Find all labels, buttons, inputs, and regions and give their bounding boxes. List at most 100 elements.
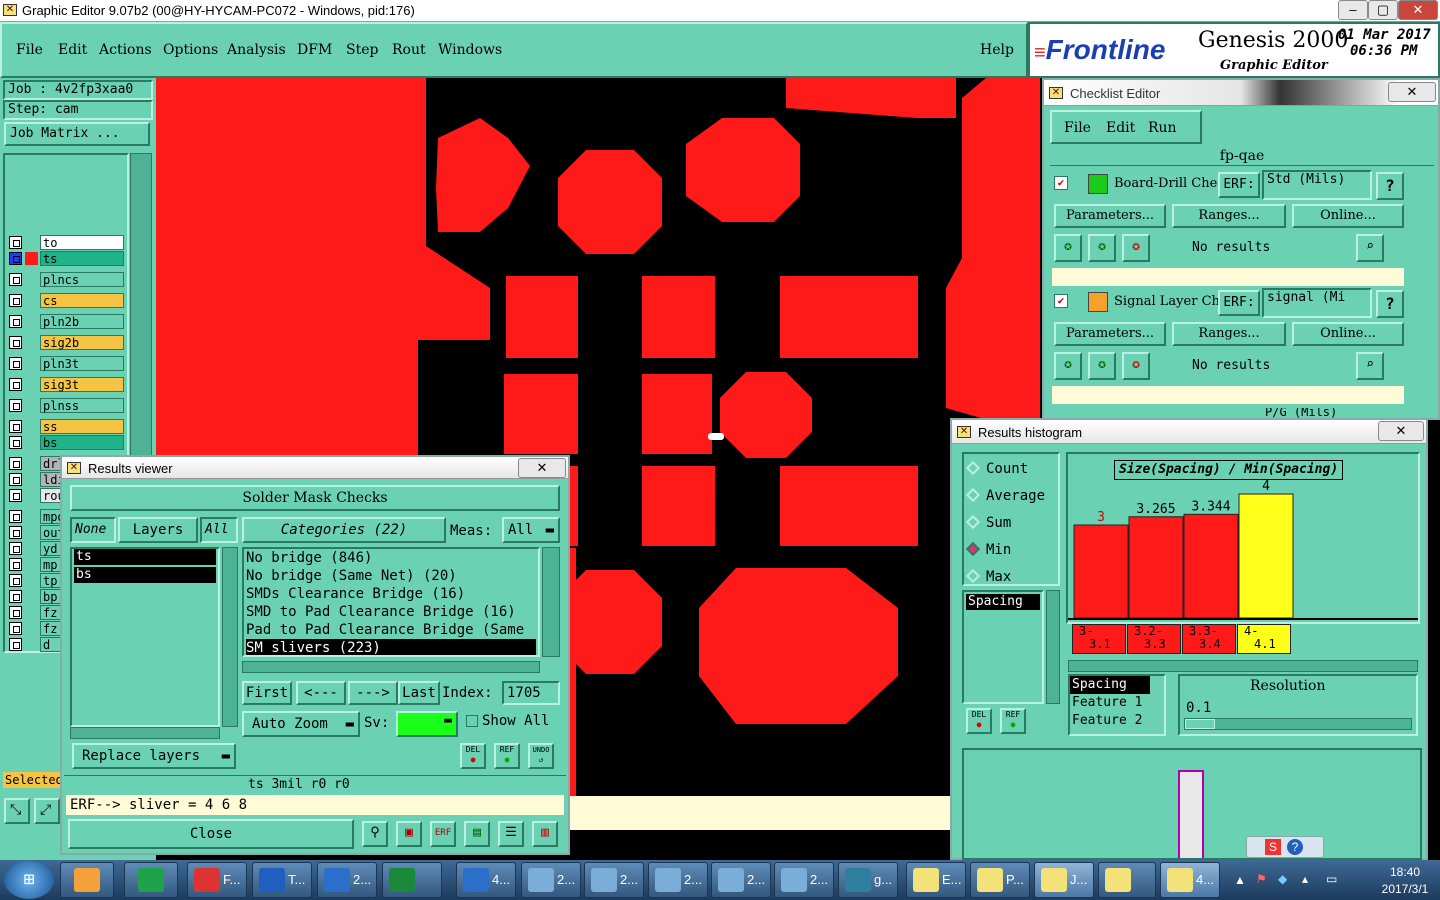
ime-toolbar[interactable]: S ?: [1246, 836, 1324, 858]
mode-radio-average[interactable]: Average: [965, 487, 1045, 505]
layer-row-pln3t[interactable]: pln3t: [6, 356, 124, 371]
histogram-list-spacing[interactable]: Spacing: [966, 594, 1040, 610]
layer-checkbox[interactable]: [9, 357, 22, 370]
parameters-button[interactable]: Parameters...: [1054, 322, 1166, 346]
layer-checkbox[interactable]: [9, 526, 22, 539]
menu-actions[interactable]: Actions: [99, 42, 152, 58]
taskbar-window-button[interactable]: 2...: [317, 862, 377, 898]
index-input[interactable]: 1705: [502, 681, 560, 705]
layer-name[interactable]: ts: [40, 251, 124, 266]
category-item-1[interactable]: No bridge (846): [246, 549, 536, 567]
del-icon[interactable]: DEL ●: [460, 743, 486, 769]
field-feature-2[interactable]: Feature 2: [1070, 712, 1164, 730]
checklist-item-erf-value[interactable]: signal (Mi: [1262, 288, 1372, 318]
tray-monitor-icon[interactable]: ▭: [1326, 872, 1337, 886]
category-item-2[interactable]: No bridge (Same Net) (20): [246, 567, 536, 585]
checklist-item-erf-value[interactable]: Std (Mils): [1262, 170, 1372, 200]
export-icon[interactable]: ▣: [396, 821, 422, 847]
zoom-results-icon[interactable]: ⌕: [1356, 234, 1384, 262]
checklist-item-help-button[interactable]: ?: [1376, 290, 1404, 318]
next-button[interactable]: --->: [348, 681, 398, 705]
layer-checkbox[interactable]: [9, 489, 22, 502]
mode-radio-sum[interactable]: Sum: [965, 514, 1011, 532]
histogram-list[interactable]: Spacing: [962, 590, 1044, 704]
layer-row-plnss[interactable]: plnss: [6, 398, 124, 413]
histogram-bar[interactable]: [1073, 524, 1129, 619]
layer-checkbox[interactable]: [9, 457, 22, 470]
category-item-4[interactable]: SMD to Pad Clearance Bridge (16): [246, 603, 536, 621]
zoom-area-icon[interactable]: ⤢: [34, 798, 60, 824]
layer-row-to[interactable]: to: [6, 235, 124, 250]
all-button[interactable]: All: [200, 517, 238, 543]
run-check-icon[interactable]: ✪: [1054, 352, 1082, 380]
histogram-hscroll[interactable]: [1068, 660, 1418, 672]
histogram-category-label[interactable]: 3.2- 3.3: [1127, 624, 1181, 654]
menu-file[interactable]: File: [16, 42, 43, 58]
taskbar-pinned-1[interactable]: [60, 862, 114, 898]
menu-rout[interactable]: Rout: [392, 42, 426, 58]
resolution-slider-thumb[interactable]: [1185, 719, 1215, 729]
histogram-ref-icon[interactable]: REF ●: [1000, 708, 1026, 734]
layer-result-vscroll[interactable]: [222, 547, 238, 727]
mode-radio-max[interactable]: Max: [965, 568, 1011, 586]
layer-checkbox[interactable]: [9, 436, 22, 449]
layer-checkbox[interactable]: [9, 590, 22, 603]
taskbar-window-button[interactable]: 2...: [774, 862, 834, 898]
show-all-checkbox[interactable]: [466, 715, 478, 727]
close-window-button[interactable]: ✕: [1398, 0, 1438, 20]
taskbar-window-button[interactable]: 2...: [711, 862, 771, 898]
taskbar-pinned-2[interactable]: [124, 862, 178, 898]
histogram-bar[interactable]: [1238, 493, 1294, 619]
taskbar-window-button[interactable]: 4...: [456, 862, 516, 898]
taskbar-window-button[interactable]: J...: [1034, 862, 1094, 898]
layer-checkbox[interactable]: [9, 252, 22, 265]
layer-checkbox[interactable]: [9, 273, 22, 286]
field-spacing[interactable]: Spacing: [1070, 676, 1150, 694]
close-button[interactable]: Close: [68, 819, 354, 849]
meas-dropdown[interactable]: All ▬: [502, 517, 560, 543]
layer-checkbox[interactable]: [9, 336, 22, 349]
online-button[interactable]: Online...: [1292, 322, 1404, 346]
ime-help-icon[interactable]: ?: [1287, 839, 1303, 855]
layer-checkbox[interactable]: [9, 606, 22, 619]
taskbar-window-button[interactable]: 4...: [1160, 862, 1220, 898]
layer-name[interactable]: pln3t: [40, 356, 124, 371]
tray-flag-icon[interactable]: ⚑: [1256, 872, 1267, 886]
taskbar-window-button[interactable]: P...: [970, 862, 1030, 898]
ranges-button[interactable]: Ranges...: [1172, 322, 1286, 346]
tray-network-icon[interactable]: ▴: [1302, 872, 1308, 886]
menu-step[interactable]: Step: [346, 42, 378, 58]
tray-app-icon[interactable]: ◆: [1278, 872, 1287, 886]
list-icon[interactable]: ☰: [498, 821, 524, 847]
layer-checkbox[interactable]: [9, 399, 22, 412]
taskbar-window-button[interactable]: [1098, 862, 1156, 898]
layer-row-sig2b[interactable]: sig2b: [6, 335, 124, 350]
histogram-bar[interactable]: [1183, 513, 1239, 619]
ref-icon[interactable]: REF ●: [494, 743, 520, 769]
layer-checkbox[interactable]: [9, 378, 22, 391]
resolution-slider[interactable]: [1184, 718, 1412, 730]
field-list[interactable]: Spacing Feature 1 Feature 2: [1068, 674, 1166, 736]
layer-row-sig3t[interactable]: sig3t: [6, 377, 124, 392]
checklist-close-x[interactable]: ✕: [1388, 82, 1436, 102]
category-item-5[interactable]: Pad to Pad Clearance Bridge (Same: [246, 621, 536, 639]
layer-checkbox[interactable]: [9, 574, 22, 587]
minimize-button[interactable]: –: [1338, 0, 1368, 20]
none-button[interactable]: None: [70, 517, 116, 543]
ime-s-icon[interactable]: S: [1265, 839, 1281, 855]
results-viewer-close-x[interactable]: ✕: [518, 458, 566, 478]
field-feature-1[interactable]: Feature 1: [1070, 694, 1164, 712]
layer-result-ts[interactable]: ts: [74, 549, 216, 565]
last-button[interactable]: Last: [398, 681, 440, 705]
mode-radio-min[interactable]: Min: [965, 541, 1011, 559]
pin-icon[interactable]: ⚲: [362, 821, 388, 847]
taskbar-window-button[interactable]: 2...: [648, 862, 708, 898]
layer-name[interactable]: sig3t: [40, 377, 124, 392]
sv-color-dropdown[interactable]: ▬: [396, 711, 458, 737]
layer-name[interactable]: to: [40, 235, 124, 250]
stop-check-icon[interactable]: ✪: [1122, 352, 1150, 380]
taskbar-window-button[interactable]: 2...: [521, 862, 581, 898]
layer-result-hscroll[interactable]: [70, 727, 220, 739]
layer-row-ts[interactable]: ts: [6, 251, 124, 266]
layer-row-cs[interactable]: cs: [6, 293, 124, 308]
